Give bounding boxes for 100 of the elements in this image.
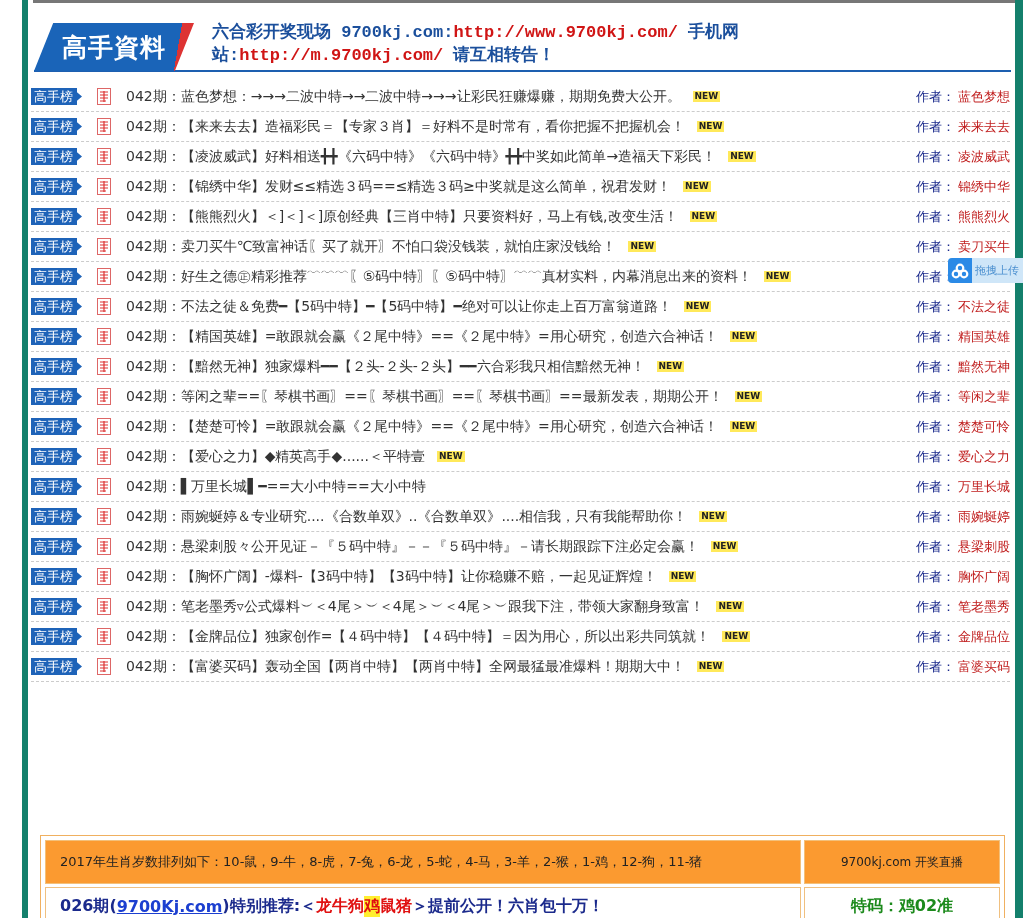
author-name: 凌波威武 xyxy=(958,147,1010,166)
rank-badge: 高手榜 xyxy=(31,478,82,495)
document-icon xyxy=(97,418,111,435)
author-label: 作者： xyxy=(916,507,956,526)
author-name: 黯然无神 xyxy=(958,357,1010,376)
post-title[interactable]: 042期：【来来去去】造福彩民＝【专家３肖】＝好料不是时常有，看你把握不把握机会！ xyxy=(126,117,685,136)
document-icon xyxy=(97,238,111,255)
document-icon xyxy=(97,508,111,525)
author-name: 不法之徒 xyxy=(958,297,1010,316)
new-tag: NEW xyxy=(683,181,711,192)
author-label: 作者： xyxy=(916,87,956,106)
author-label: 作者： xyxy=(916,417,956,436)
author-name: 金牌品位 xyxy=(958,627,1010,646)
document-icon xyxy=(97,208,111,225)
post-title[interactable]: 042期：卖刀买牛℃致富神话〖买了就开〗不怕口袋没钱装，就怕庄家没钱给！ xyxy=(126,237,617,256)
post-title[interactable]: 042期：笔老墨秀▿公式爆料︶＜4尾＞︶＜4尾＞︶＜4尾＞︶跟我下注，带领大家翻身致富！ xyxy=(126,597,705,616)
table-header-cell: 2017年生肖岁数排列如下：10-鼠，9-牛，8-虎，7-兔，6-龙，5-蛇，4-马，3-羊，2-猴，1-鸡，12-狗，11-猪 xyxy=(45,840,801,884)
post-title[interactable]: 042期：好生之德㊣精彩推荐﹋﹋﹋〖⑤码中特〗〖⑤码中特〗﹋﹋真材实料，内幕消息出来的资料！ xyxy=(126,267,752,286)
post-title[interactable]: 042期：【爱心之力】◆精英高手◆......＜平特壹 xyxy=(126,447,425,466)
rank-badge: 高手榜 xyxy=(31,358,82,375)
author-name: 卖刀买牛 xyxy=(958,237,1010,256)
author-label: 作者： xyxy=(916,147,956,166)
post-title[interactable]: 042期：蓝色梦想：→→→二波中特→→二波中特→→→让彩民狂赚爆赚，期期免费大公开。 xyxy=(126,87,681,106)
author-name: 爱心之力 xyxy=(958,447,1010,466)
document-icon xyxy=(97,568,111,585)
author-label: 作者： xyxy=(916,297,956,316)
author-label: 作者： xyxy=(916,177,956,196)
author-label: 作者： xyxy=(916,567,956,586)
author-label: 作者： xyxy=(916,627,956,646)
author-name: 雨婉蜒婷 xyxy=(958,507,1010,526)
post-title[interactable]: 042期：【富婆买码】轰动全国【两肖中特】【两肖中特】全网最猛最准爆料！期期大中！ xyxy=(126,657,685,676)
new-tag: NEW xyxy=(656,361,685,372)
document-icon xyxy=(97,118,111,135)
author-name: 胸怀广阔 xyxy=(958,567,1010,586)
author-label: 作者： xyxy=(916,447,956,466)
new-tag: NEW xyxy=(710,541,739,552)
document-icon xyxy=(97,598,111,615)
author-name: 富婆买码 xyxy=(958,657,1010,676)
rank-badge: 高手榜 xyxy=(31,148,82,165)
post-title[interactable]: 042期：【黯然无神】独家爆料━━【２头-２头-２头】━━六合彩我只相信黯然无神！ xyxy=(126,357,645,376)
post-title[interactable]: 042期：【胸怀广阔】-爆料-【3码中特】【3码中特】让你稳赚不赔，一起见证辉煌！ xyxy=(126,567,657,586)
author-label: 作者： xyxy=(916,327,956,346)
new-tag: NEW xyxy=(436,451,465,462)
author-name: 笔老墨秀 xyxy=(958,597,1010,616)
post-title[interactable]: 042期：雨婉蜒婷＆专业研究....《合数单双》..《合数单双》....相信我，只有我能帮助你！ xyxy=(126,507,688,526)
post-title[interactable]: 042期：【楚楚可怜】=敢跟就会赢《２尾中特》==《２尾中特》=用心研究，创造六合神话！ xyxy=(126,417,718,436)
new-tag: NEW xyxy=(729,331,758,342)
section-logo: 高手資料 xyxy=(34,23,194,71)
rank-badge: 高手榜 xyxy=(31,388,82,405)
author-label: 作者： xyxy=(916,117,956,136)
post-title[interactable]: 042期：【精国英雄】=敢跟就会赢《２尾中特》==《２尾中特》=用心研究，创造六合神话！ xyxy=(126,327,718,346)
rank-badge: 高手榜 xyxy=(31,88,82,105)
document-icon xyxy=(97,388,111,405)
new-tag: NEW xyxy=(734,391,763,402)
rank-badge: 高手榜 xyxy=(31,208,82,225)
new-tag: NEW xyxy=(668,571,697,582)
post-title[interactable]: 042期：【锦绣中华】发财≤≤精选３码==≤精选３码≥中奖就是这么简单，祝君发财！ xyxy=(126,177,672,196)
post-title[interactable]: 042期：▌万里长城▌━==大小中特==大小中特 xyxy=(126,477,426,496)
document-icon xyxy=(97,538,111,555)
post-title[interactable]: 042期：【熊熊烈火】＜]＜]＜]原创经典【三肖中特】只要资料好，马上有钱,改变生活！ xyxy=(126,207,678,226)
new-tag: NEW xyxy=(699,511,727,522)
site-notice: 六合彩开奖现场 9700kj.com:http://www.9700kj.com/ 手机网站:http://m.9700kj.com/ 请互相转告！ xyxy=(212,21,741,67)
rank-badge: 高手榜 xyxy=(31,538,82,555)
post-title[interactable]: 042期：【凌波威武】好料相送╋╋《六码中特》《六码中特》╋╋中奖如此简单→造福天下彩民！ xyxy=(126,147,717,166)
author-name: 万里长城 xyxy=(958,477,1010,496)
recommendation-text: 026期(9700Kj.com)特别推荐:＜龙牛狗鸡鼠猪＞提前公开！六肖包十万！ xyxy=(45,887,801,918)
author-name: 精国英雄 xyxy=(958,327,1010,346)
post-title[interactable]: 042期：悬梁刺股々公开见证－『５码中特』－－『５码中特』－请长期跟踪下注必定会赢！ xyxy=(126,537,699,556)
new-tag: NEW xyxy=(722,631,751,642)
new-tag: NEW xyxy=(716,601,745,612)
author-label: 作者： xyxy=(916,237,956,256)
author-name: 蓝色梦想 xyxy=(958,87,1010,106)
author-label: 作者： xyxy=(916,477,956,496)
document-icon xyxy=(97,88,111,105)
post-title[interactable]: 042期：不法之徒＆免费━【5码中特】━【5码中特】━绝对可以让你走上百万富翁道路！ xyxy=(126,297,672,316)
author-label: 作者： xyxy=(916,657,956,676)
rank-badge: 高手榜 xyxy=(31,568,82,585)
document-icon xyxy=(97,298,111,315)
rank-badge: 高手榜 xyxy=(31,118,82,135)
new-tag: NEW xyxy=(729,421,758,432)
author-label: 作者： xyxy=(916,537,956,556)
rank-badge: 高手榜 xyxy=(31,298,82,315)
document-icon xyxy=(97,268,111,285)
author-name: 来来去去 xyxy=(958,117,1010,136)
new-tag: NEW xyxy=(696,661,725,672)
document-icon xyxy=(97,148,111,165)
rank-badge: 高手榜 xyxy=(31,418,82,435)
rank-badge: 高手榜 xyxy=(31,448,82,465)
author-label: 作者： xyxy=(916,387,956,406)
author-label: 作者： xyxy=(916,357,956,376)
new-tag: NEW xyxy=(696,121,725,132)
author-name: 悬梁刺股 xyxy=(958,537,1010,556)
post-title[interactable]: 042期：等闲之辈==〖琴棋书画〗==〖琴棋书画〗==〖琴棋书画〗==最新发表，期期公开！ xyxy=(126,387,723,406)
author-label: 作者： xyxy=(916,207,956,226)
author-label: 作者： xyxy=(916,597,956,616)
post-title[interactable]: 042期：【金牌品位】独家创作=【４码中特】【４码中特】＝因为用心，所以出彩共同筑就！ xyxy=(126,627,711,646)
new-tag: NEW xyxy=(689,211,718,222)
document-icon xyxy=(97,178,111,195)
rank-badge: 高手榜 xyxy=(31,328,82,345)
rank-badge: 高手榜 xyxy=(31,238,82,255)
